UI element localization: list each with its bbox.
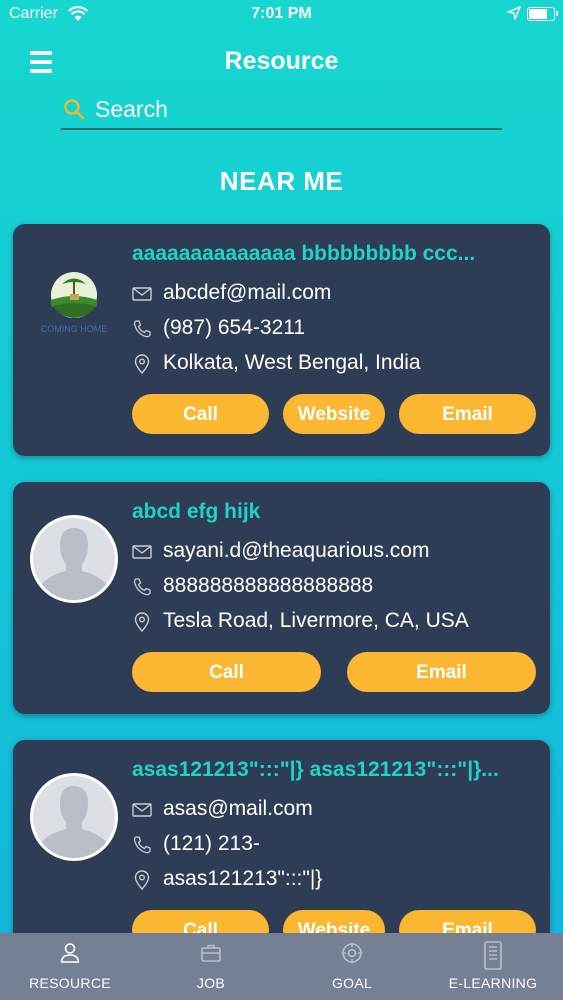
tab-bar: RESOURCE JOB GOAL E-LEARNING (0, 933, 563, 1000)
phone-icon (133, 320, 151, 338)
phone-icon (133, 836, 151, 854)
coming-home-logo: COMING HOME (35, 270, 113, 340)
resource-name: aaaaaaaaaaaaaa bbbbbbbbb ccc... (132, 242, 476, 265)
email-row[interactable]: sayani.d@theaquarious.com (132, 539, 542, 565)
search-icon (64, 99, 85, 120)
mail-icon (132, 287, 152, 301)
avatar-placeholder (30, 773, 118, 861)
tab-label: RESOURCE (29, 975, 111, 991)
avatar-placeholder (30, 515, 118, 603)
briefcase-icon (201, 944, 221, 962)
location-arrow-icon (507, 6, 521, 20)
phone-text: 888888888888888888 (163, 574, 374, 597)
mail-icon (132, 545, 152, 559)
person-icon (60, 943, 80, 963)
resource-name: abcd efg hijk (132, 500, 261, 523)
address-row[interactable]: Kolkata, West Bengal, India (132, 351, 542, 377)
phone-row[interactable]: (987) 654-3211 (132, 316, 542, 342)
tab-e-learning[interactable]: E-LEARNING (423, 933, 563, 1000)
website-button[interactable]: Website (283, 394, 385, 434)
resource-card[interactable]: COMING HOME aaaaaaaaaaaaaa bbbbbbbbb ccc… (13, 224, 550, 456)
email-button[interactable]: Email (399, 394, 536, 434)
call-button[interactable]: Call (132, 652, 321, 692)
target-icon (341, 942, 363, 964)
address-text: Kolkata, West Bengal, India (163, 351, 421, 374)
address-text: asas121213":::"|} (163, 867, 323, 890)
address-text: Tesla Road, Livermore, CA, USA (163, 609, 469, 632)
battery-icon (527, 7, 558, 21)
page-title: Resource (224, 47, 339, 75)
email-text: abcdef@mail.com (163, 281, 332, 304)
resource-name: asas121213":::"|} asas121213":::"|}... (132, 758, 499, 781)
tab-resource[interactable]: RESOURCE (0, 933, 140, 1000)
phone-text: (987) 654-3211 (163, 316, 306, 339)
email-button[interactable]: Email (347, 652, 536, 692)
email-row[interactable]: asas@mail.com (132, 797, 542, 823)
location-pin-icon (134, 870, 150, 890)
section-title: NEAR ME (219, 166, 344, 196)
email-text: asas@mail.com (163, 797, 313, 820)
tab-goal[interactable]: GOAL (282, 933, 422, 1000)
clock: 7:01 PM (251, 5, 312, 22)
tab-job[interactable]: JOB (141, 933, 281, 1000)
status-bar: Carrier 7:01 PM (0, 0, 563, 30)
mail-icon (132, 803, 152, 817)
tab-label: E-LEARNING (448, 975, 538, 991)
logo-caption: COMING HOME (40, 324, 108, 334)
location-pin-icon (134, 612, 150, 632)
resource-screen: Carrier 7:01 PM Resource NEAR ME (0, 0, 563, 1000)
address-row[interactable]: asas121213":::"|} (132, 867, 542, 893)
phone-text: (121) 213- (163, 832, 260, 855)
location-pin-icon (134, 354, 150, 374)
tab-label: GOAL (331, 975, 373, 991)
email-row[interactable]: abcdef@mail.com (132, 281, 542, 307)
resource-card[interactable]: abcd efg hijk sayani.d@theaquarious.com … (13, 482, 550, 714)
book-icon (484, 941, 502, 970)
search-bar[interactable] (61, 92, 502, 130)
phone-row[interactable]: (121) 213- (132, 832, 542, 858)
call-button[interactable]: Call (132, 394, 269, 434)
tab-label: JOB (196, 975, 226, 991)
email-text: sayani.d@theaquarious.com (163, 539, 430, 562)
address-row[interactable]: Tesla Road, Livermore, CA, USA (132, 609, 542, 635)
phone-row[interactable]: 888888888888888888 (132, 574, 542, 600)
phone-icon (133, 578, 151, 596)
search-input[interactable] (95, 94, 495, 124)
